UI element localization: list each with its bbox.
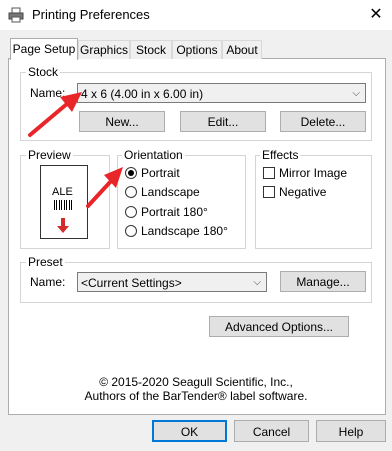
tab-options[interactable]: Options (172, 40, 222, 59)
copyright-line-2: Authors of the BarTender® label software… (84, 389, 308, 403)
chevron-down-icon: ⌵ (352, 88, 360, 99)
mirror-image-checkbox[interactable] (263, 167, 275, 179)
preset-group-label: Preset (26, 255, 65, 269)
close-icon[interactable]: ✕ (364, 4, 388, 26)
orientation-group-label: Orientation (122, 148, 185, 162)
copyright-line-1: © 2015-2020 Seagull Scientific, Inc., (99, 375, 293, 389)
delete-stock-button[interactable]: Delete... (280, 111, 366, 132)
portrait-180-label[interactable]: Portrait 180° (141, 205, 208, 219)
preview-sample-text: ALE (52, 186, 73, 198)
tab-about[interactable]: About (222, 40, 262, 59)
chevron-down-icon: ⌵ (253, 277, 261, 288)
portrait-radio[interactable] (125, 167, 137, 179)
effects-group-label: Effects (260, 148, 301, 162)
tab-graphics[interactable]: Graphics (78, 40, 130, 59)
printer-icon (8, 7, 24, 23)
manage-preset-button[interactable]: Manage... (280, 271, 366, 292)
stock-name-value: 4 x 6 (4.00 in x 6.00 in) (81, 87, 204, 101)
ok-button[interactable]: OK (152, 420, 227, 442)
negative-checkbox[interactable] (263, 186, 275, 198)
window-title: Printing Preferences (32, 7, 150, 22)
landscape-180-label[interactable]: Landscape 180° (141, 224, 228, 238)
landscape-label[interactable]: Landscape (141, 185, 200, 199)
landscape-180-radio[interactable] (125, 225, 137, 237)
label-preview: ALE (40, 165, 88, 239)
preset-name-value: <Current Settings> (81, 276, 182, 290)
stock-name-dropdown[interactable]: 4 x 6 (4.00 in x 6.00 in) ⌵ (77, 83, 366, 103)
barcode-image (54, 200, 72, 210)
negative-label[interactable]: Negative (279, 185, 326, 199)
preset-name-label: Name: (30, 275, 66, 289)
edit-stock-button[interactable]: Edit... (180, 111, 266, 132)
tab-page-setup[interactable]: Page Setup (10, 38, 78, 60)
stock-group-label: Stock (26, 65, 61, 79)
mirror-image-label[interactable]: Mirror Image (279, 166, 347, 180)
portrait-180-radio[interactable] (125, 206, 137, 218)
preset-name-dropdown[interactable]: <Current Settings> ⌵ (77, 272, 267, 292)
stock-name-label: Name: (30, 86, 66, 100)
landscape-radio[interactable] (125, 186, 137, 198)
cancel-button[interactable]: Cancel (234, 420, 309, 442)
preview-group-label: Preview (26, 148, 73, 162)
portrait-label[interactable]: Portrait (141, 166, 180, 180)
new-stock-button[interactable]: New... (79, 111, 165, 132)
tab-stock[interactable]: Stock (130, 40, 172, 59)
help-button[interactable]: Help (316, 420, 386, 442)
feed-direction-arrow-icon (57, 218, 69, 233)
advanced-options-button[interactable]: Advanced Options... (209, 316, 349, 337)
